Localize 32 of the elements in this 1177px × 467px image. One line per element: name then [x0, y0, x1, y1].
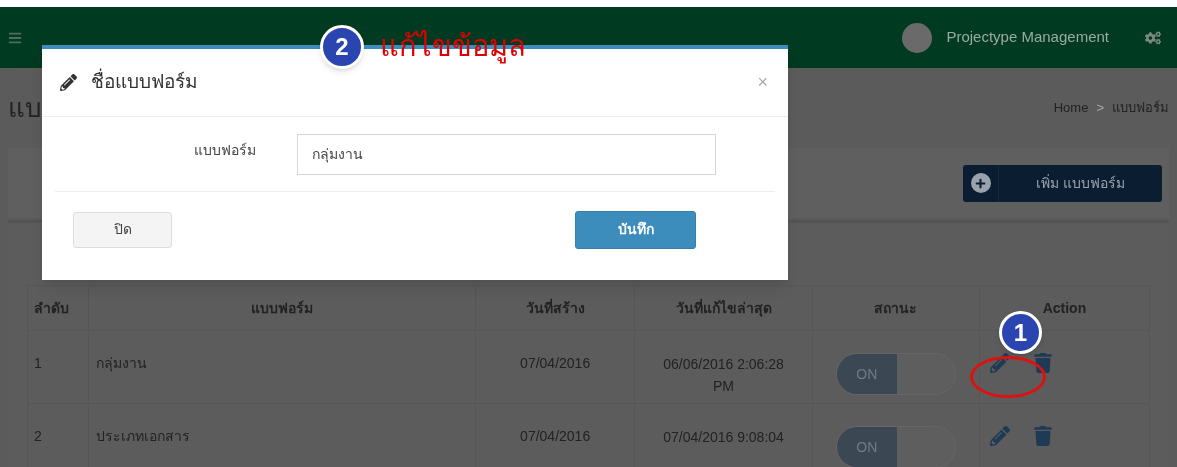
breadcrumb-item[interactable]: Home: [1053, 98, 1089, 118]
close-button[interactable]: ×: [757, 69, 768, 96]
delete-icon[interactable]: [1033, 426, 1052, 446]
column-header: วันที่สร้าง: [475, 285, 635, 331]
annotation-text: แก้ไขข้อมูล: [380, 29, 526, 66]
avatar[interactable]: [902, 22, 933, 53]
column-header: สถานะ: [812, 285, 980, 331]
column-header: วันที่แก้ไขล่าสุด: [634, 285, 813, 331]
close-dialog-button[interactable]: ปิด: [73, 211, 172, 248]
table-cell: 07/04/2016: [475, 330, 635, 404]
edit-icon[interactable]: [989, 426, 1010, 446]
breadcrumb-item: แบบฟอร์ม: [1112, 99, 1169, 118]
edit-icon: [60, 74, 77, 91]
table-cell: กลุ่มงาน: [88, 330, 476, 404]
field-label: แบบฟอร์ม: [193, 140, 256, 160]
page-title: แบ: [8, 91, 42, 125]
table-cell: 06/06/2016 2:06:28 PM: [634, 330, 813, 404]
settings-icon[interactable]: [1145, 29, 1161, 46]
save-button[interactable]: บันทึก: [575, 210, 696, 249]
delete-icon[interactable]: [1033, 353, 1052, 373]
plus-icon: [970, 173, 991, 193]
app-name: Projectype Management: [946, 27, 1109, 48]
dialog-title: ชื่อแบบฟอร์ม: [91, 68, 198, 97]
breadcrumb-separator: >: [1096, 99, 1104, 118]
form-name-field[interactable]: กลุ่มงาน: [297, 133, 716, 175]
edit-icon[interactable]: [989, 353, 1010, 373]
column-header: แบบฟอร์ม: [88, 285, 476, 331]
menu-icon[interactable]: [8, 30, 22, 45]
add-form-button[interactable]: เพิ่ม แบบฟอร์ม: [963, 164, 1162, 202]
column-header: ลำดับ: [27, 285, 89, 331]
table-cell: 2: [27, 403, 89, 467]
table-cell: 1: [27, 330, 89, 404]
